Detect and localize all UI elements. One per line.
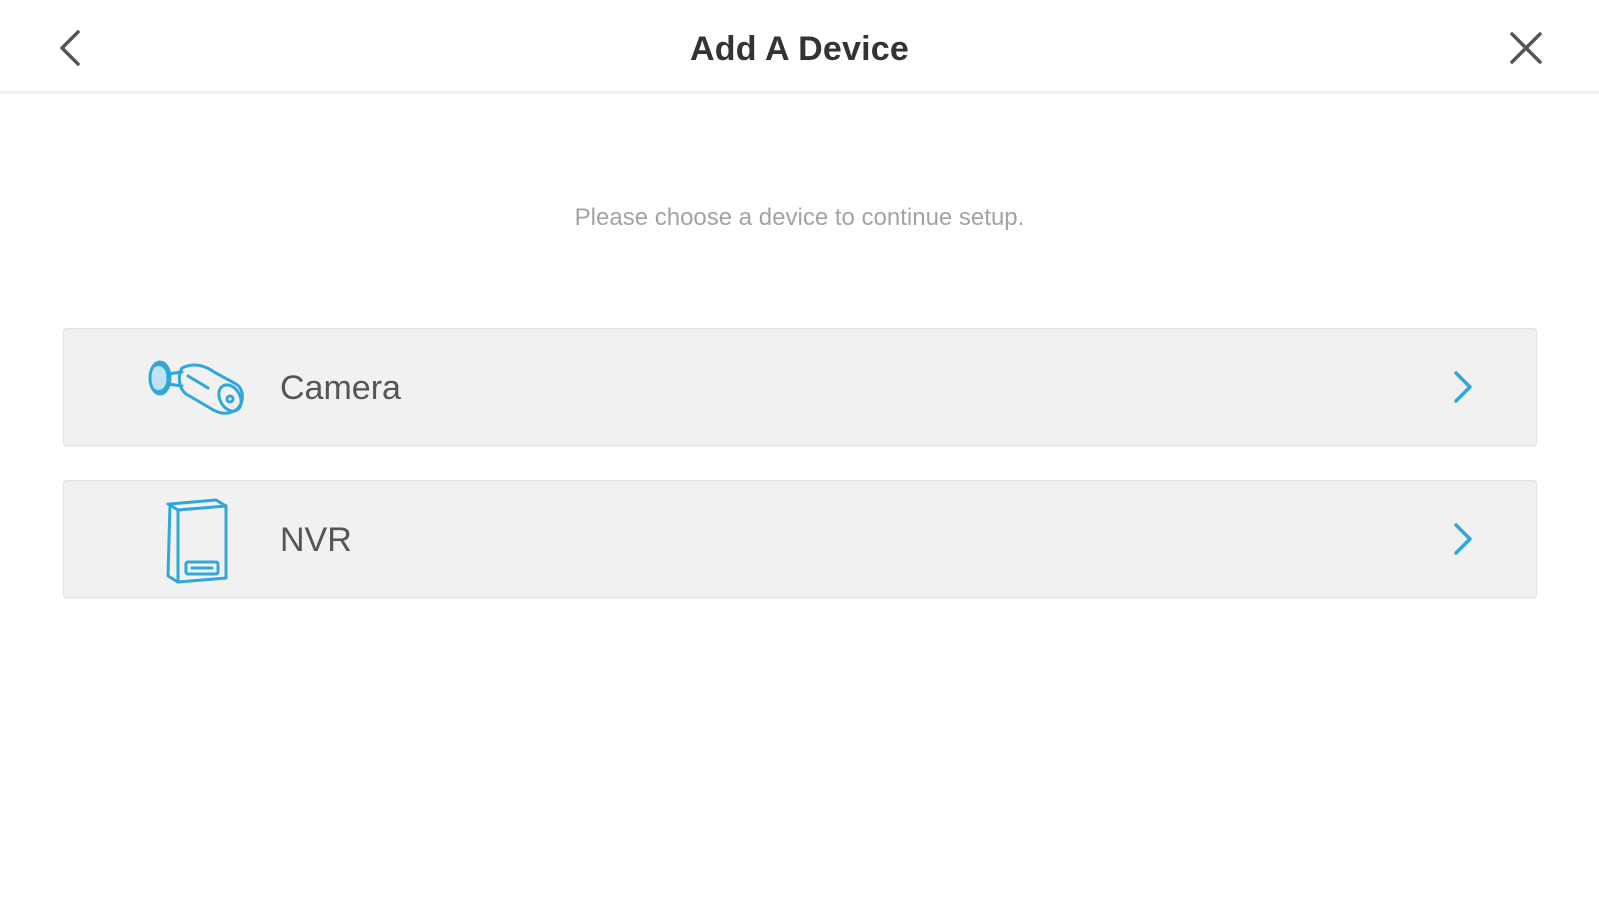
camera-icon xyxy=(144,343,248,433)
back-button[interactable] xyxy=(48,24,96,72)
device-label-nvr: NVR xyxy=(280,521,352,559)
instruction-text: Please choose a device to continue setup… xyxy=(574,204,1025,231)
device-label-camera: Camera xyxy=(280,369,401,407)
device-item-nvr[interactable]: NVR xyxy=(63,480,1537,598)
nvr-icon xyxy=(144,495,248,585)
close-icon xyxy=(1510,32,1542,64)
chevron-right-icon xyxy=(1440,365,1484,409)
device-item-camera[interactable]: Camera xyxy=(63,328,1537,446)
chevron-left-icon xyxy=(60,30,80,66)
device-list: Camera NVR xyxy=(63,328,1537,632)
page-title: Add A Device xyxy=(689,30,910,68)
add-device-screen: Add A Device Please choose a device to c… xyxy=(0,0,1599,900)
chevron-right-icon xyxy=(1440,517,1484,561)
close-button[interactable] xyxy=(1502,24,1550,72)
header-bar: Add A Device xyxy=(0,0,1599,94)
